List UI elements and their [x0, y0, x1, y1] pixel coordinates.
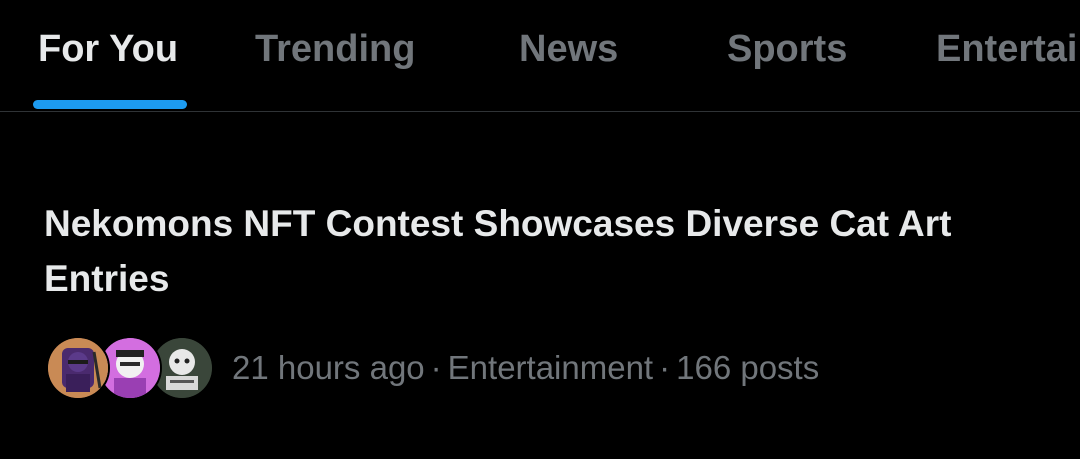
trend-post-count: 166 posts: [676, 349, 820, 386]
tab-label: Trending: [255, 28, 416, 70]
tab-for-you[interactable]: For You: [38, 24, 178, 111]
tab-trending[interactable]: Trending: [255, 24, 415, 111]
tab-label: News: [519, 28, 619, 70]
trend-meta-text: 21 hours ago · Entertainment · 166 posts: [232, 346, 819, 390]
tab-entertainment[interactable]: Entertainment: [936, 24, 1080, 111]
tab-label: For You: [38, 28, 179, 70]
trend-meta: 21 hours ago · Entertainment · 166 posts: [44, 336, 1044, 400]
active-tab-indicator: [33, 100, 187, 109]
meta-separator: ·: [430, 349, 442, 386]
tab-label: Entertainment: [936, 28, 1080, 70]
avatar: [46, 336, 110, 400]
tab-bar: For You Trending News Sports Entertainme…: [0, 0, 1080, 112]
tab-news[interactable]: News: [519, 24, 618, 111]
trend-category: Entertainment: [447, 349, 654, 386]
trend-title: Nekomons NFT Contest Showcases Diverse C…: [44, 203, 952, 299]
trend-item[interactable]: Nekomons NFT Contest Showcases Diverse C…: [44, 196, 1044, 400]
meta-separator: ·: [659, 349, 671, 386]
tab-label: Sports: [727, 28, 848, 70]
trend-time: 21 hours ago: [232, 349, 425, 386]
tab-sports[interactable]: Sports: [727, 24, 847, 111]
